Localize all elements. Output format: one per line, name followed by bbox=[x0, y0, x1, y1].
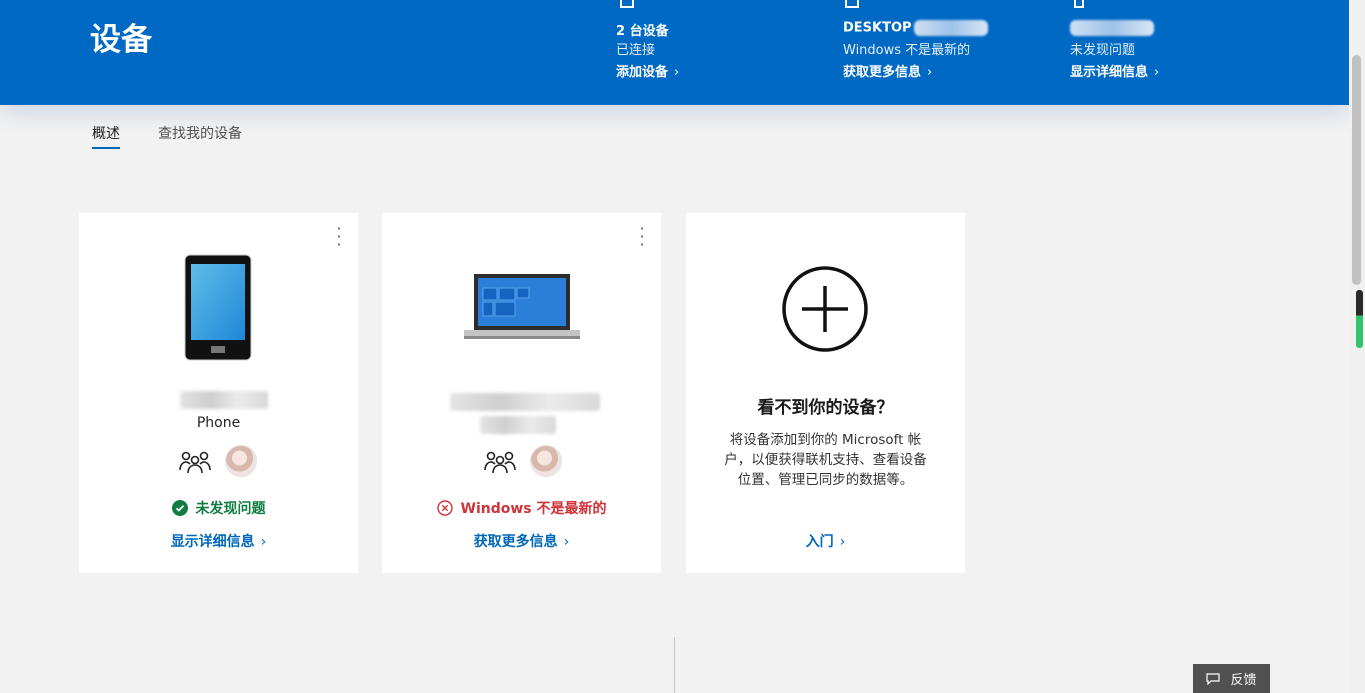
show-details-button[interactable]: 显示详细信息 › bbox=[79, 531, 358, 551]
redacted-name bbox=[913, 20, 988, 36]
comment-icon bbox=[1206, 672, 1221, 685]
add-device-description: 将设备添加到你的 Microsoft 帐户，以便获得联机支持、查看设备位置、管理… bbox=[724, 432, 927, 488]
add-circle-icon bbox=[782, 266, 868, 352]
phone-icon bbox=[1074, 0, 1084, 8]
status-badge: 未发现问题 bbox=[79, 498, 358, 518]
more-options-icon[interactable]: · · · bbox=[334, 221, 344, 253]
divider bbox=[674, 637, 675, 693]
device-owner-row bbox=[179, 445, 257, 477]
scroll-indicator bbox=[1356, 290, 1363, 348]
devices-icon bbox=[620, 0, 634, 8]
chevron-right-icon: › bbox=[839, 534, 846, 550]
chevron-right-icon: › bbox=[674, 65, 680, 80]
get-more-info-link[interactable]: 获取更多信息 › bbox=[843, 61, 932, 80]
scrollbar[interactable] bbox=[1349, 0, 1365, 693]
summary-desktop-name: DESKTOP bbox=[843, 20, 988, 36]
add-device-link[interactable]: 添加设备 › bbox=[616, 61, 679, 80]
get-more-info-button[interactable]: 获取更多信息 › bbox=[382, 531, 661, 551]
tab-overview[interactable]: 概述 bbox=[92, 123, 120, 149]
avatar bbox=[225, 445, 257, 477]
summary-phone-name bbox=[1070, 20, 1154, 36]
tab-find-my-device[interactable]: 查找我的设备 bbox=[158, 123, 242, 143]
add-device-title: 看不到你的设备？ bbox=[757, 398, 894, 418]
laptop-icon bbox=[845, 0, 859, 8]
family-icon bbox=[179, 451, 211, 474]
devices-header: 设备 2 台设备 已连接 添加设备 › DESKTOP Windows 不是最新的… bbox=[0, 0, 1349, 105]
device-owner-row bbox=[484, 445, 562, 477]
check-circle-icon bbox=[171, 500, 188, 516]
device-card-laptop: · · · Windows 不是最新的 获取更多信息 › bbox=[382, 213, 661, 573]
get-started-button[interactable]: 入门 › bbox=[686, 531, 965, 551]
redacted-device-name bbox=[450, 393, 600, 411]
summary-desktop-status: Windows 不是最新的 bbox=[843, 43, 971, 58]
device-card-phone: · · · Phone 未发现问题 显示详细信息 › bbox=[79, 213, 358, 573]
summary-devices-status: 已连接 bbox=[616, 43, 656, 58]
summary-phone-status: 未发现问题 bbox=[1070, 43, 1136, 58]
show-details-link[interactable]: 显示详细信息 › bbox=[1070, 61, 1159, 80]
chevron-right-icon: › bbox=[260, 534, 267, 550]
chevron-right-icon: › bbox=[927, 65, 933, 80]
scrollbar-thumb[interactable] bbox=[1352, 55, 1361, 285]
add-device-card: 看不到你的设备？ 将设备添加到你的 Microsoft 帐户，以便获得联机支持、… bbox=[686, 213, 965, 573]
feedback-button[interactable]: 反馈 bbox=[1193, 664, 1270, 693]
avatar bbox=[530, 445, 562, 477]
page-title: 设备 bbox=[90, 22, 152, 58]
phone-image bbox=[184, 254, 252, 361]
status-badge: Windows 不是最新的 bbox=[382, 498, 661, 518]
summary-devices-count: 2 台设备 bbox=[616, 24, 669, 39]
error-circle-icon bbox=[436, 500, 453, 516]
laptop-image bbox=[464, 274, 580, 339]
device-type-label: Phone bbox=[196, 415, 241, 431]
redacted-device-model bbox=[480, 416, 556, 434]
family-icon bbox=[484, 451, 516, 474]
chevron-right-icon: › bbox=[563, 534, 570, 550]
redacted-name bbox=[1070, 20, 1154, 36]
chevron-right-icon: › bbox=[1154, 65, 1160, 80]
more-options-icon[interactable]: · · · bbox=[637, 221, 647, 253]
redacted-device-name bbox=[180, 391, 268, 409]
